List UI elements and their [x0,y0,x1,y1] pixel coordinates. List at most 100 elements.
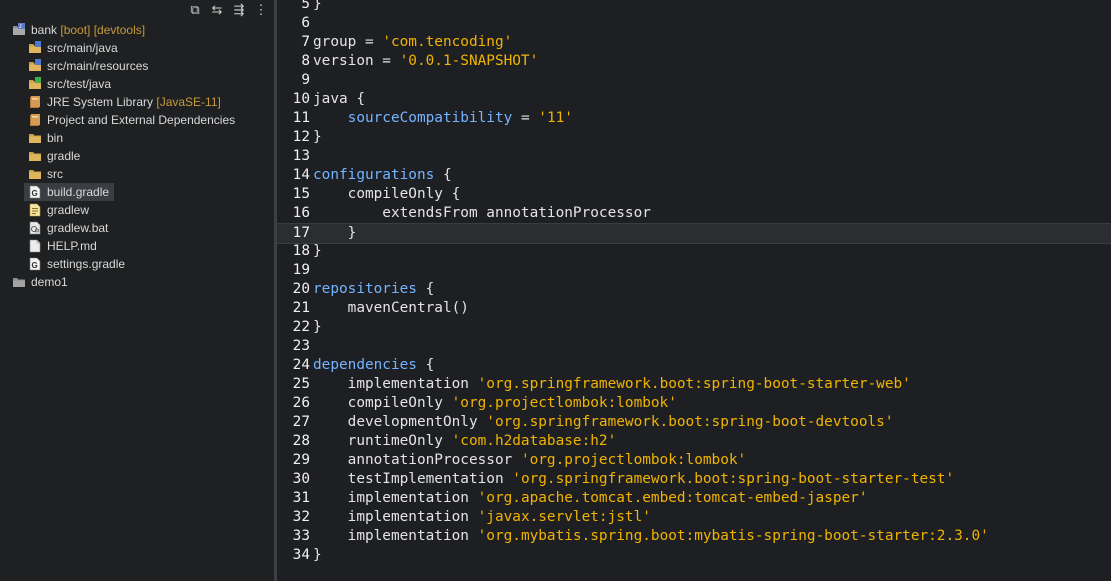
string-literal: '11' [538,110,573,126]
source-folder-icon [28,41,42,55]
tree-item-gradle[interactable]: ›gradle [0,147,274,165]
code-token: java { [313,91,365,107]
code-line[interactable]: 15 compileOnly { [277,185,1111,204]
code-text: annotationProcessor 'org.projectlombok:l… [313,451,747,470]
tree-item-gradlew[interactable]: gradlew [0,201,274,219]
code-token: implementation [313,509,478,525]
code-token: } [313,0,322,12]
code-line[interactable]: 8 version = '0.0.1-SNAPSHOT' [277,52,1111,71]
tree-item-decoration: [JavaSE-11] [153,95,221,109]
string-literal: 'org.projectlombok:lombok' [451,395,677,411]
tree-item-text: bin [47,131,64,145]
code-line[interactable]: 24 dependencies { [277,356,1111,375]
code-line[interactable]: 12} [277,128,1111,147]
code-line[interactable]: 32 implementation 'javax.servlet:jstl' [277,508,1111,527]
code-text: implementation 'javax.servlet:jstl' [313,508,651,527]
tree-item-text: gradle [47,149,81,163]
code-token: implementation [313,528,478,544]
code-text: implementation 'org.springframework.boot… [313,375,911,394]
code-line[interactable]: 28 runtimeOnly 'com.h2database:h2' [277,432,1111,451]
code-line[interactable]: 33 implementation 'org.mybatis.spring.bo… [277,527,1111,546]
code-line[interactable]: 18} [277,242,1111,261]
tree-item-text: src/test/java [47,77,112,91]
code-text: dependencies { [313,356,434,375]
line-number: 20 [292,281,310,297]
tree-item-label: src/main/java [47,39,118,57]
code-token: version = [313,53,400,69]
line-number: 33 [292,528,310,544]
code-line[interactable]: 19 [277,261,1111,280]
code-token: { [416,357,435,373]
tree-item-settings-gradle[interactable]: Gsettings.gradle [0,255,274,273]
line-number: 14 [292,167,310,183]
tree-item-help-md[interactable]: HELP.md [0,237,274,255]
keyword-token: sourceCompatibility [347,110,513,126]
code-token: developmentOnly [313,414,487,430]
code-line[interactable]: 6 [277,14,1111,33]
code-line[interactable]: 25 implementation 'org.springframework.b… [277,375,1111,394]
svg-text:G: G [32,261,38,270]
line-number: 8 [301,53,310,69]
folder-icon [28,149,42,163]
closed-project-icon [12,275,26,289]
code-line[interactable]: 14 configurations { [277,166,1111,185]
line-number: 25 [292,376,310,392]
tree-item-src-main-java[interactable]: ›src/main/java [0,39,274,57]
code-line[interactable]: 17 } [277,223,1111,244]
tree-item-text: settings.gradle [47,257,126,271]
code-line[interactable]: 10 java { [277,90,1111,109]
string-literal: 'com.tencoding' [382,34,513,50]
code-token: extendsFrom annotationProcessor [313,205,651,221]
tree-item-label: demo1 [31,273,68,291]
tree-item-demo1[interactable]: demo1 [0,273,274,291]
tree-item-gradlew-bat[interactable]: gradlew.bat [0,219,274,237]
tree-item-text: src/main/java [47,41,118,55]
code-text: } [313,242,322,261]
folder-icon [28,131,42,145]
code-line[interactable]: 23 [277,337,1111,356]
code-line[interactable]: 21 mavenCentral() [277,299,1111,318]
code-line[interactable]: 5} [277,0,1111,14]
code-line[interactable]: 22} [277,318,1111,337]
tree-item-build-gradle[interactable]: Gbuild.gradle [24,183,114,201]
code-line[interactable]: 11 sourceCompatibility = '11' [277,109,1111,128]
line-number: 9 [301,72,310,88]
code-line[interactable]: 7 group = 'com.tencoding' [277,33,1111,52]
tree-item-bin[interactable]: ›bin [0,129,274,147]
line-number: 5 [301,0,310,12]
tree-item-jre-system-library[interactable]: ›JRE System Library [JavaSE-11] [0,93,274,111]
tree-item-project-and-external-dependencies[interactable]: ›Project and External Dependencies [0,111,274,129]
tree-item-decoration: [boot] [devtools] [57,23,146,37]
code-token: testImplementation [313,471,513,487]
code-line[interactable]: 31 implementation 'org.apache.tomcat.emb… [277,489,1111,508]
code-line[interactable]: 34} [277,546,1111,565]
tree-item-src[interactable]: ›src [0,165,274,183]
code-line[interactable]: 29 annotationProcessor 'org.projectlombo… [277,451,1111,470]
code-text: mavenCentral() [313,299,469,318]
code-line[interactable]: 30 testImplementation 'org.springframewo… [277,470,1111,489]
tree-item-src-main-resources[interactable]: ›src/main/resources [0,57,274,75]
code-line[interactable]: 16 extendsFrom annotationProcessor [277,204,1111,223]
filter-button[interactable]: ⇶ [230,1,248,19]
line-number: 28 [292,433,310,449]
code-line[interactable]: 20 repositories { [277,280,1111,299]
bat-file-icon [28,221,42,235]
code-line[interactable]: 27 developmentOnly 'org.springframework.… [277,413,1111,432]
code-line[interactable]: 9 [277,71,1111,90]
line-number: 21 [292,300,310,316]
code-token: implementation [313,376,478,392]
project-explorer: ⧉ ⇆ ⇶ ⋮ ›Jbank [boot] [devtools]›src/main/j… [0,0,274,581]
tree-item-src-test-java[interactable]: ›src/test/java [0,75,274,93]
code-editor[interactable]: 5} 6 7 group = 'com.tencoding' 8 version = '0… [277,0,1111,581]
tree-item-label: bin [47,129,63,147]
tree-item-bank[interactable]: ›Jbank [boot] [devtools] [0,21,274,39]
code-line[interactable]: 26 compileOnly 'org.projectlombok:lombok… [277,394,1111,413]
collapse-all-icon: ⧉ [190,2,200,17]
code-line[interactable]: 13 [277,147,1111,166]
gradle-file-icon: G [28,257,42,271]
link-editor-button[interactable]: ⇆ [208,1,226,19]
string-literal: 'org.springframework.boot:spring-boot-st… [512,471,955,487]
line-number: 7 [301,34,310,50]
collapse-all-button[interactable]: ⧉ [186,1,204,19]
more-menu-button[interactable]: ⋮ [252,1,270,19]
